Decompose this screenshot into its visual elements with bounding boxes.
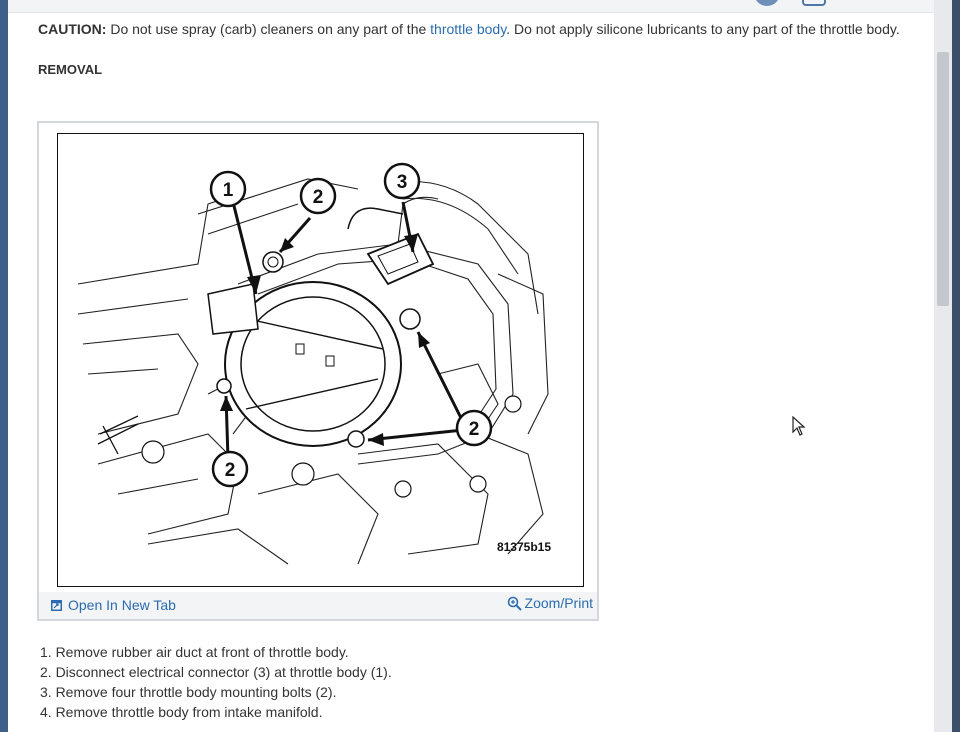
- zoom-magnifier-icon: [507, 596, 522, 611]
- throttle-body-link[interactable]: throttle body: [430, 21, 506, 37]
- toolbar-edge: [8, 0, 934, 13]
- callout-3: 3: [397, 172, 408, 193]
- open-in-new-tab-label: Open In New Tab: [68, 597, 176, 613]
- callout-2-bottom: 2: [225, 460, 236, 481]
- open-in-new-tab-icon: [51, 599, 62, 611]
- figure-illustration[interactable]: 1 2 3 2 2 81375b15: [57, 133, 584, 587]
- window-right-edge: [952, 0, 960, 732]
- throttle-body-diagram: 1 2 3 2 2: [77, 162, 549, 565]
- callout-2-right: 2: [469, 419, 480, 440]
- zoom-print-link[interactable]: Zoom/Print: [507, 595, 593, 611]
- list-item: 2. Disconnect electrical connector (3) a…: [40, 664, 392, 680]
- removal-steps-list: 1. Remove rubber air duct at front of th…: [40, 642, 392, 722]
- caution-note: CAUTION: Do not use spray (carb) cleaner…: [38, 20, 900, 38]
- mouse-cursor-icon: [792, 416, 806, 436]
- caution-text-before: Do not use spray (carb) cleaners on any …: [110, 21, 427, 37]
- figure-code: 81375b15: [496, 540, 551, 554]
- figure-card: 1 2 3 2 2 81375b15 Open In New Tab Zoom/…: [37, 121, 599, 621]
- callout-2-top: 2: [313, 187, 324, 208]
- caution-label: CAUTION:: [38, 21, 107, 37]
- caution-text-after: . Do not apply silicone lubricants to an…: [506, 21, 900, 37]
- list-item: 4. Remove throttle body from intake mani…: [40, 704, 323, 720]
- window-left-edge: [0, 0, 8, 732]
- zoom-print-label: Zoom/Print: [524, 595, 593, 611]
- section-heading: REMOVAL: [38, 62, 103, 77]
- open-in-new-tab-link[interactable]: Open In New Tab: [51, 597, 176, 613]
- list-item: 1. Remove rubber air duct at front of th…: [40, 644, 349, 660]
- callout-1: 1: [223, 180, 234, 201]
- toolbar-action-icon[interactable]: [802, 0, 826, 6]
- scrollbar-thumb[interactable]: [937, 52, 949, 306]
- figure-footer: Open In New Tab Zoom/Print: [39, 592, 597, 619]
- list-item: 3. Remove four throttle body mounting bo…: [40, 684, 337, 700]
